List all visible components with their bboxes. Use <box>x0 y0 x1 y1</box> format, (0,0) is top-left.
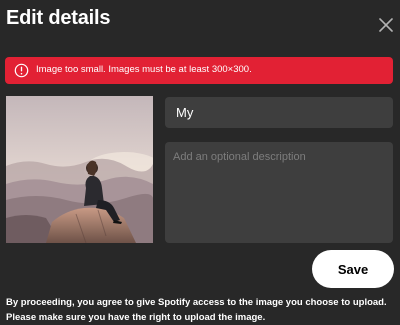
description-input[interactable] <box>165 142 393 243</box>
close-button[interactable] <box>374 13 398 37</box>
dialog-title: Edit details <box>6 7 111 29</box>
close-icon <box>379 18 393 32</box>
error-message: Image too small. Images must be at least… <box>36 64 252 75</box>
playlist-image[interactable] <box>6 96 153 243</box>
playlist-name-input[interactable] <box>165 97 393 128</box>
error-icon <box>14 63 29 78</box>
error-banner: Image too small. Images must be at least… <box>5 57 393 84</box>
save-button[interactable]: Save <box>312 250 394 288</box>
upload-disclaimer: By proceeding, you agree to give Spotify… <box>6 297 387 323</box>
playlist-cover-image <box>6 96 153 243</box>
